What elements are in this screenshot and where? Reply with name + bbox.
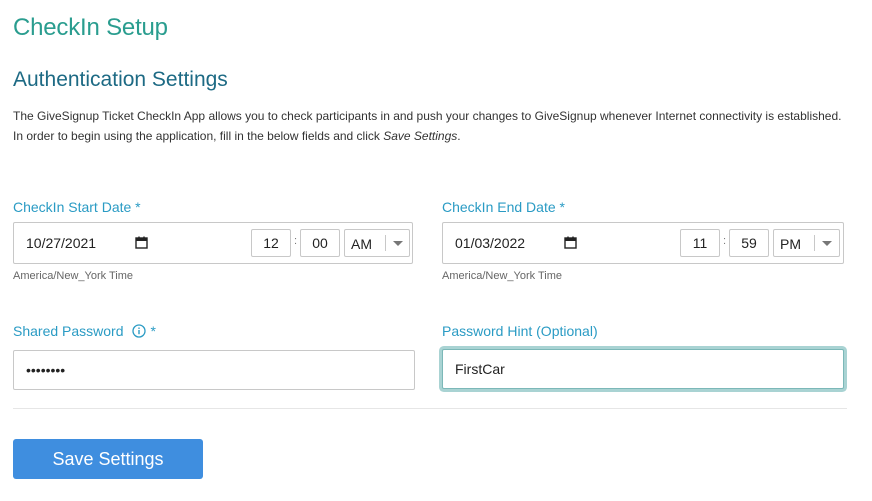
end-ampm-value: PM (780, 236, 801, 252)
password-hint-label: Password Hint (Optional) (442, 323, 598, 339)
password-hint-input[interactable] (442, 349, 844, 389)
save-settings-button[interactable]: Save Settings (13, 439, 203, 479)
end-date-input[interactable]: 01/03/2022 (455, 235, 525, 251)
start-date-group: 10/27/2021 12 : 00 AM (13, 222, 413, 264)
page-title: CheckIn Setup (13, 14, 168, 41)
start-ampm-select[interactable]: AM (344, 229, 410, 257)
shared-password-input[interactable] (13, 350, 415, 390)
description: The GiveSignup Ticket CheckIn App allows… (13, 106, 843, 146)
start-date-label: CheckIn Start Date * (13, 199, 141, 215)
shared-password-label: Shared Password * (13, 323, 156, 339)
end-ampm-select[interactable]: PM (773, 229, 840, 257)
select-divider (814, 235, 815, 251)
end-hour-input[interactable]: 11 (680, 229, 720, 257)
chevron-down-icon (822, 241, 832, 246)
description-line-1: The GiveSignup Ticket CheckIn App allows… (13, 109, 842, 123)
start-hour-input[interactable]: 12 (251, 229, 291, 257)
start-timezone: America/New_York Time (13, 270, 134, 282)
start-date-input[interactable]: 10/27/2021 (26, 235, 96, 251)
save-settings-emphasis: Save Settings (383, 129, 458, 143)
time-separator: : (294, 235, 298, 247)
calendar-icon[interactable] (564, 236, 577, 249)
required-mark: * (150, 323, 156, 339)
select-divider (385, 235, 386, 251)
end-date-label: CheckIn End Date * (442, 199, 565, 215)
start-ampm-value: AM (351, 236, 372, 252)
chevron-down-icon (393, 241, 403, 246)
info-icon[interactable] (131, 324, 146, 338)
calendar-icon[interactable] (135, 236, 148, 249)
end-minute-input[interactable]: 59 (729, 229, 769, 257)
end-date-group: 01/03/2022 11 : 59 PM (442, 222, 844, 264)
description-line-2: In order to begin using the application,… (13, 129, 461, 143)
section-title: Authentication Settings (13, 68, 228, 91)
end-timezone: America/New_York Time (442, 270, 563, 282)
start-minute-input[interactable]: 00 (300, 229, 340, 257)
time-separator: : (723, 235, 727, 247)
divider (13, 408, 847, 409)
